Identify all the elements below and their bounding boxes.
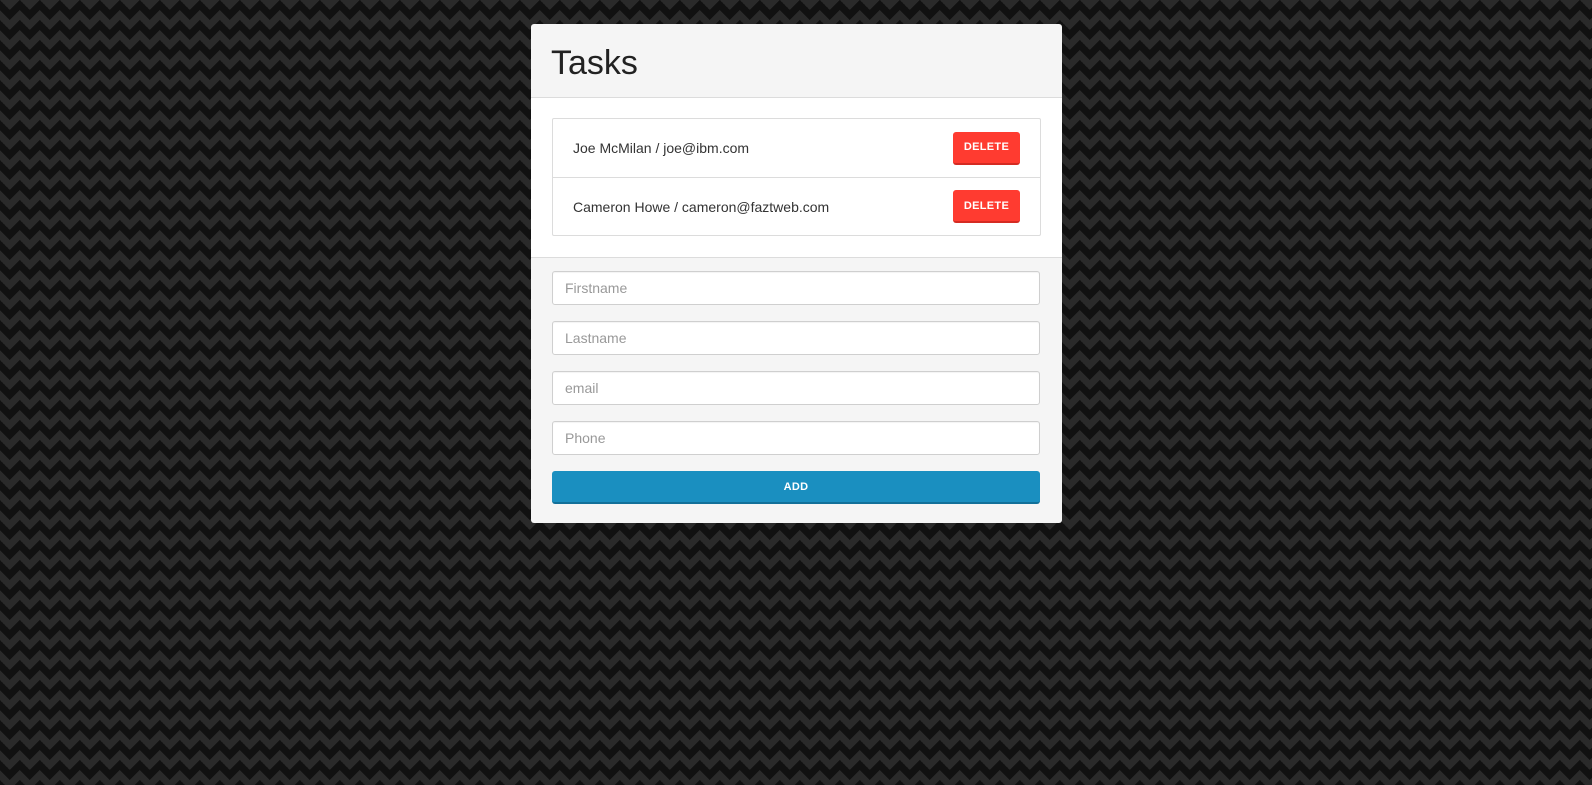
firstname-field[interactable] [552, 271, 1040, 305]
task-list-section: Joe McMilan / joe@ibm.com DELETE Cameron… [531, 98, 1062, 258]
delete-button[interactable]: DELETE [953, 190, 1020, 223]
list-item: Cameron Howe / cameron@faztweb.com DELET… [553, 177, 1040, 235]
tasks-panel: Tasks Joe McMilan / joe@ibm.com DELETE C… [531, 24, 1062, 523]
email-field[interactable] [552, 371, 1040, 405]
list-item: Joe McMilan / joe@ibm.com DELETE [553, 119, 1040, 177]
task-list: Joe McMilan / joe@ibm.com DELETE Cameron… [552, 118, 1041, 236]
add-task-form: ADD [531, 258, 1062, 504]
panel-header: Tasks [531, 24, 1062, 98]
task-text: Cameron Howe / cameron@faztweb.com [573, 198, 830, 215]
phone-field[interactable] [552, 421, 1040, 455]
delete-button[interactable]: DELETE [953, 131, 1020, 165]
page-title: Tasks [551, 43, 638, 82]
lastname-field[interactable] [552, 321, 1040, 355]
task-text: Joe McMilan / joe@ibm.com [573, 140, 750, 156]
add-button[interactable]: ADD [552, 471, 1040, 504]
